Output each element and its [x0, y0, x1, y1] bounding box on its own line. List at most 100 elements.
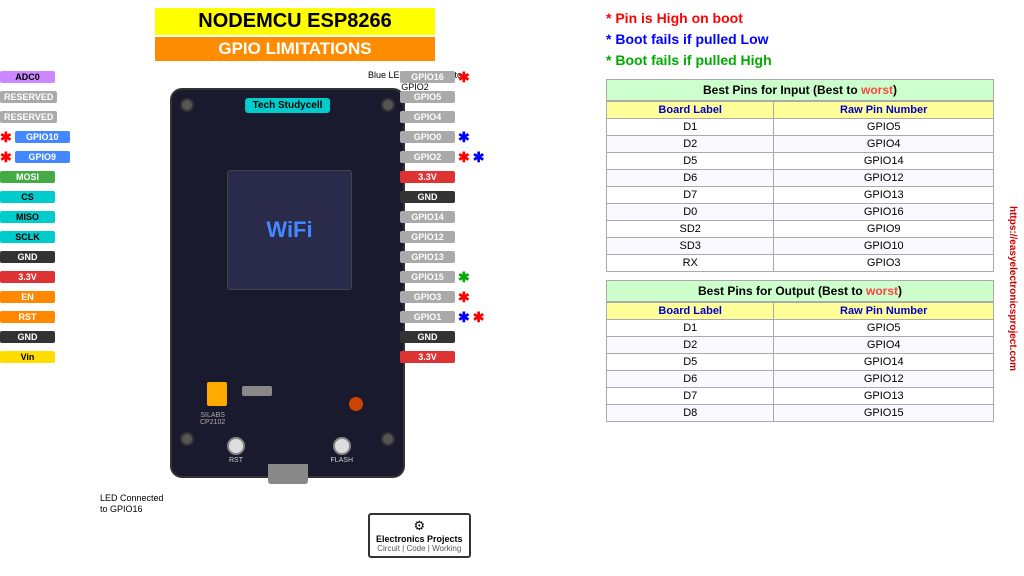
pin-row-gpio13: GPIO13	[400, 248, 484, 266]
pin-row-3v3-r2: 3.3V	[400, 348, 484, 366]
pin-labels-left: ADC0 RESERVED RESERVED ✱ GPIO10 ✱ GPIO9 …	[0, 68, 70, 366]
table-row: D6GPIO12	[607, 170, 994, 187]
output-table-container: Best Pins for Output (Best to worst) Boa…	[606, 280, 994, 422]
input-header-raw: Raw Pin Number	[774, 102, 994, 119]
pin-mosi: MOSI	[0, 171, 55, 183]
pin-reserved1: RESERVED	[0, 91, 57, 103]
board-diagram: NODEMCU ESP8266 GPIO LIMITATIONS Blue LE…	[0, 0, 620, 576]
board-container: Tech Studycell WiFi SILABSCP2102 RST FLA…	[155, 68, 420, 488]
pin-gpio0: GPIO0	[400, 131, 455, 143]
output-header-raw: Raw Pin Number	[774, 303, 994, 320]
pin-gnd-r1: GND	[400, 191, 455, 203]
table-row: D5GPIO14	[607, 354, 994, 371]
star-gpio10: ✱	[0, 129, 12, 146]
star-gpio3: ✱	[458, 289, 470, 306]
table-row: SD2GPIO9	[607, 221, 994, 238]
output-table-title: Best Pins for Output (Best to worst)	[606, 280, 994, 302]
table-row: D0GPIO16	[607, 204, 994, 221]
pin-row-en: EN	[0, 288, 70, 306]
pin-row-gpio16: GPIO16 ✱	[400, 68, 484, 86]
legend-item3: * Boot fails if pulled High	[606, 50, 994, 71]
pin-gpio3: GPIO3	[400, 291, 455, 303]
input-title-close: )	[893, 83, 897, 97]
pin-row-gnd-r2: GND	[400, 328, 484, 346]
pin-sclk: SCLK	[0, 231, 55, 243]
component-led	[349, 397, 363, 411]
input-title-best: Best Pins for Input (	[703, 83, 817, 97]
pin-gpio5: GPIO5	[400, 91, 455, 103]
star-gpio16: ✱	[458, 69, 470, 86]
pin-row-sclk: SCLK	[0, 228, 70, 246]
legend: * Pin is High on boot * Boot fails if pu…	[606, 8, 994, 71]
pin-3v3-1: 3.3V	[0, 271, 55, 283]
input-title-worst: worst	[861, 83, 893, 97]
pin-row-gpio10: ✱ GPIO10	[0, 128, 70, 146]
input-header-board: Board Label	[607, 102, 774, 119]
pin-gpio14: GPIO14	[400, 211, 455, 223]
pin-gpio2: GPIO2	[400, 151, 455, 163]
pin-row-reserved2: RESERVED	[0, 108, 70, 126]
pin-gpio15: GPIO15	[400, 271, 455, 283]
pin-labels-right: GPIO16 ✱ GPIO5 GPIO4 GPIO0 ✱ GPIO2 ✱ ✱ 3…	[400, 68, 484, 366]
title-box: NODEMCU ESP8266 GPIO LIMITATIONS	[155, 8, 435, 61]
mount-hole-tl	[180, 98, 194, 112]
pin-reserved2: RESERVED	[0, 111, 57, 123]
pin-row-vin: Vin	[0, 348, 70, 366]
vertical-text-container: https://easyelectronicsproject.com	[1002, 0, 1024, 576]
pin-row-reserved1: RESERVED	[0, 88, 70, 106]
table-row: D5GPIO14	[607, 153, 994, 170]
pin-row-cs: CS	[0, 188, 70, 206]
silabs-label: SILABSCP2102	[200, 412, 225, 426]
pin-row-gnd-r1: GND	[400, 188, 484, 206]
output-header-board: Board Label	[607, 303, 774, 320]
component-strip	[242, 386, 272, 396]
pin-en: EN	[0, 291, 55, 303]
vertical-text: https://easyelectronicsproject.com	[1008, 205, 1019, 370]
star-gpio9: ✱	[0, 149, 12, 166]
logo-box: ⚙ Electronics Projects Circuit | Code | …	[368, 513, 471, 558]
logo-sub: Circuit | Code | Working	[376, 544, 463, 553]
table-row: D8GPIO15	[607, 405, 994, 422]
wifi-chip: WiFi	[227, 170, 352, 290]
mount-hole-tr	[381, 98, 395, 112]
table-row: D6GPIO12	[607, 371, 994, 388]
star-gpio2-blue: ✱	[473, 149, 485, 166]
pin-miso: MISO	[0, 211, 55, 223]
table-row: D7GPIO13	[607, 187, 994, 204]
star-gpio0: ✱	[458, 129, 470, 146]
star-gpio2-red: ✱	[458, 149, 470, 166]
output-title-best2: Best	[822, 284, 848, 298]
pin-3v3-r2: 3.3V	[400, 351, 455, 363]
rst-button[interactable]	[227, 437, 245, 455]
gpio16-annotation: LED Connectedto GPIO16	[100, 493, 164, 516]
pin-gpio10: GPIO10	[15, 131, 70, 143]
legend-item1: * Pin is High on boot	[606, 8, 994, 29]
pin-gpio4: GPIO4	[400, 111, 455, 123]
input-table-container: Best Pins for Input (Best to worst) Boar…	[606, 79, 994, 272]
wifi-text: WiFi	[266, 217, 312, 243]
pin-row-gpio12: GPIO12	[400, 228, 484, 246]
table-row: D1GPIO5	[607, 119, 994, 136]
rst-label: RST	[227, 437, 245, 464]
pin-gpio12: GPIO12	[400, 231, 455, 243]
table-row: SD3GPIO10	[607, 238, 994, 255]
output-title-best: Best Pins for Output (	[698, 284, 822, 298]
output-title-to: to	[848, 284, 866, 298]
pin-row-3v3-1: 3.3V	[0, 268, 70, 286]
mount-hole-br	[381, 432, 395, 446]
output-table: Board Label Raw Pin Number D1GPIO5D2GPIO…	[606, 302, 994, 422]
mount-hole-bl	[180, 432, 194, 446]
legend-item2: * Boot fails if pulled Low	[606, 29, 994, 50]
pin-row-3v3-r: 3.3V	[400, 168, 484, 186]
star-gpio1-red: ✱	[473, 309, 485, 326]
table-row: D2GPIO4	[607, 136, 994, 153]
usb-connector	[268, 464, 308, 484]
pin-gpio9: GPIO9	[15, 151, 70, 163]
pin-adc0: ADC0	[0, 71, 55, 83]
pin-row-gpio9: ✱ GPIO9	[0, 148, 70, 166]
flash-label: FLASH	[330, 437, 353, 464]
pin-gnd-r2: GND	[400, 331, 455, 343]
flash-button[interactable]	[333, 437, 351, 455]
pin-gnd1: GND	[0, 251, 55, 263]
star-gpio15: ✱	[458, 269, 470, 286]
